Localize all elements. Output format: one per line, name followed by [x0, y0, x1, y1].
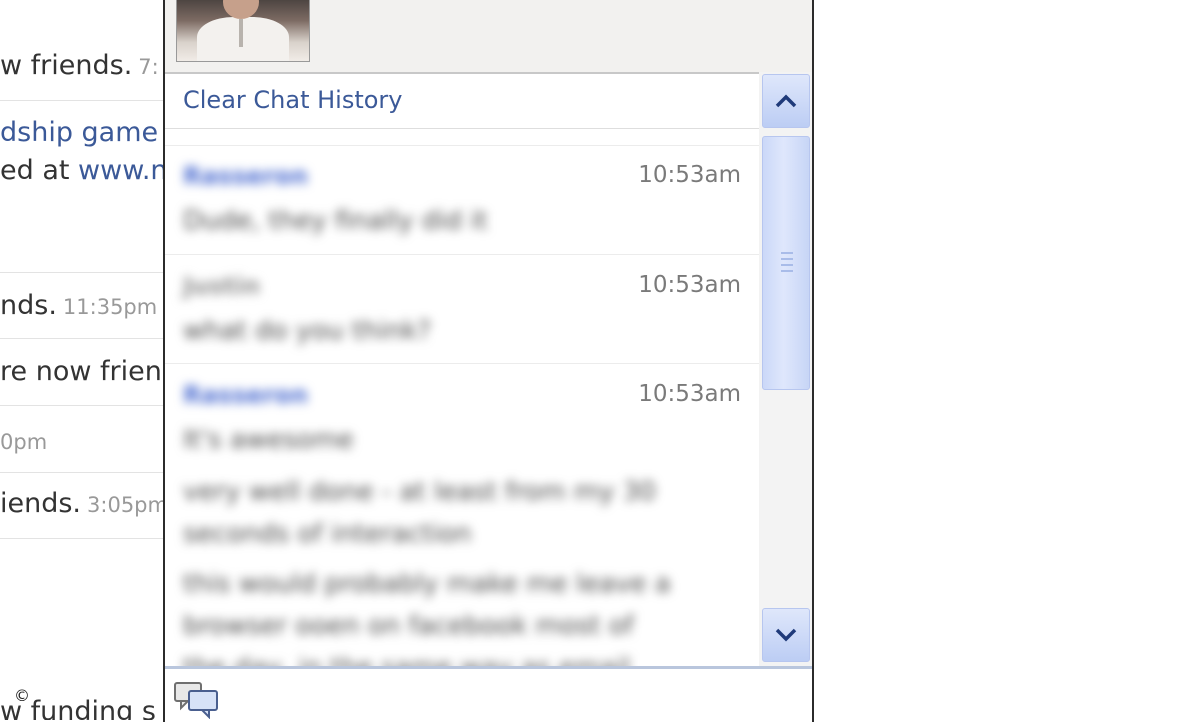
chat-scrollbar[interactable]: [759, 72, 812, 666]
grip-line: [781, 258, 793, 260]
feed-link[interactable]: dship game li: [0, 117, 170, 148]
feed-divider: [0, 538, 170, 539]
feed-text: re now frienc: [0, 356, 170, 387]
avatar[interactable]: [176, 0, 310, 62]
chevron-down-icon: [775, 628, 797, 642]
feed-divider: [0, 472, 170, 473]
message-text: browser ooen on facebook most of: [183, 611, 634, 641]
message-text: It's awesome: [183, 425, 354, 455]
message-text: very well done - at least from my 30: [183, 477, 656, 507]
scroll-down-button[interactable]: [762, 608, 810, 662]
feed-time: 11:35pm: [62, 295, 158, 319]
feed-time: 7:: [138, 55, 159, 79]
scroll-thumb[interactable]: [762, 136, 810, 390]
avatar-shirt: [197, 17, 289, 61]
copyright-watermark: ©: [14, 686, 30, 705]
avatar-collar: [239, 19, 243, 47]
feed-item: 0pm: [0, 425, 170, 456]
chat-header: [165, 0, 812, 74]
news-feed: w friends. 7: dship game li ed at www.n n…: [0, 0, 170, 720]
grip-line: [781, 270, 793, 272]
message: Justin 10:53am what do you think?: [165, 256, 759, 362]
feed-item: iends. 3:05pm: [0, 488, 170, 519]
feed-divider: [0, 405, 170, 406]
chevron-up-icon: [775, 94, 797, 108]
feed-divider: [0, 100, 170, 101]
message-time: 10:53am: [638, 162, 741, 188]
feed-link[interactable]: www.n: [78, 155, 167, 186]
feed-item: ed at www.n: [0, 155, 170, 186]
chat-bubbles-icon: [174, 682, 218, 719]
feed-text: ed at: [0, 155, 79, 186]
message: Rasseron 10:53am Dude, they finally did …: [165, 146, 759, 254]
message-text: this would probably make me leave a: [183, 569, 671, 599]
message-text: seconds of interaction: [183, 519, 472, 549]
scroll-up-button[interactable]: [762, 74, 810, 128]
feed-item: w friends. 7:: [0, 50, 170, 81]
clear-history-row: Clear Chat History: [165, 74, 759, 129]
grip-line: [781, 264, 793, 266]
feed-item: re now frienc: [0, 356, 170, 387]
message-text: Dude, they finally did it: [183, 206, 488, 236]
feed-text: nds.: [0, 290, 57, 321]
feed-time: 0pm: [0, 430, 48, 454]
feed-text: iends.: [0, 488, 82, 519]
message-time: 10:53am: [638, 381, 741, 407]
message-sender[interactable]: Justin: [183, 272, 260, 300]
message-text: the day, in the same way as email: [183, 653, 631, 666]
chat-input-area[interactable]: [165, 666, 812, 725]
feed-item: dship game li: [0, 117, 170, 148]
feed-divider: [0, 272, 170, 273]
grip-line: [781, 252, 793, 254]
message-list: Rasseron 10:53am Dude, they finally did …: [165, 146, 759, 666]
feed-time: 3:05pm: [87, 493, 168, 517]
message-sender[interactable]: Rasseron: [183, 381, 308, 409]
clear-chat-history-link[interactable]: Clear Chat History: [183, 86, 403, 114]
message-time: 10:53am: [638, 272, 741, 298]
feed-divider: [0, 338, 170, 339]
message-text: what do you think?: [183, 316, 432, 346]
feed-item: nds. 11:35pm: [0, 290, 170, 321]
feed-text: w friends.: [0, 50, 133, 81]
message: Rasseron 10:53am It's awesome very well …: [165, 365, 759, 666]
message-divider: [165, 363, 759, 364]
chat-window: Clear Chat History Rasseron 10:53am Dude…: [163, 0, 814, 725]
message-divider: [165, 254, 759, 255]
message-sender[interactable]: Rasseron: [183, 162, 308, 190]
